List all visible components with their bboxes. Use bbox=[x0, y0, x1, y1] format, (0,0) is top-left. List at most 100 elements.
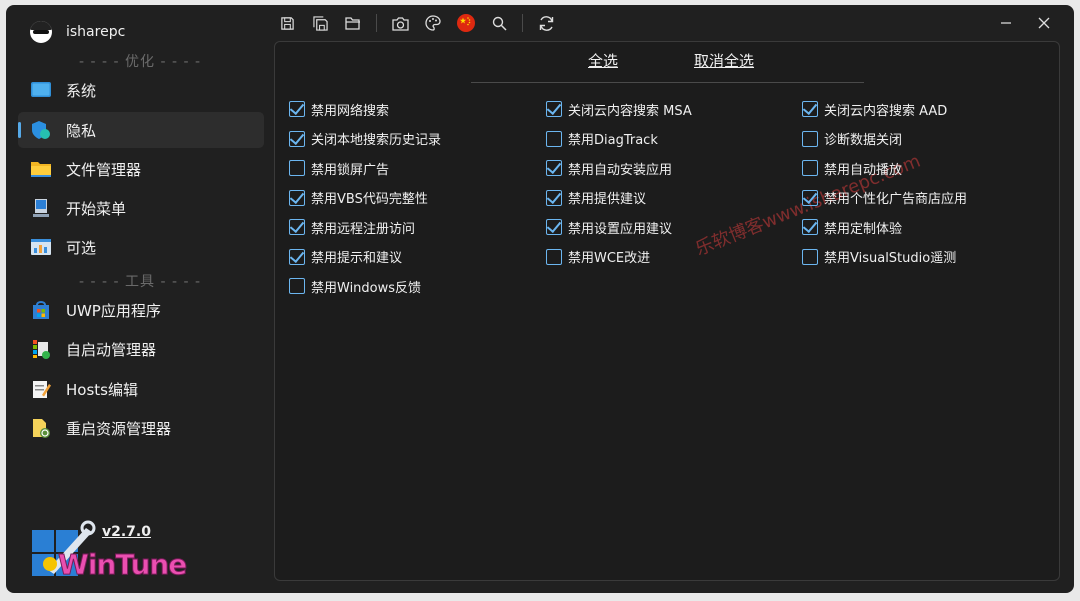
sidebar-item-label: 可选 bbox=[66, 238, 97, 257]
option-label: 禁用个性化广告商店应用 bbox=[824, 192, 968, 207]
option-checkbox[interactable]: 禁用个性化广告商店应用 bbox=[802, 187, 967, 209]
option-label: 禁用远程注册访问 bbox=[311, 221, 416, 237]
option-checkbox[interactable]: 禁用定制体验 bbox=[802, 216, 902, 238]
sidebar-item-restart-explorer[interactable]: 重启资源管理器 bbox=[18, 410, 264, 446]
app-name: isharepc bbox=[66, 24, 126, 40]
sidebar-item-hosts-editor[interactable]: Hosts编辑 bbox=[18, 371, 264, 407]
sidebar-item-start-menu[interactable]: 开始菜单 bbox=[18, 190, 264, 226]
restart-explorer-icon bbox=[33, 419, 50, 438]
sidebar-item-label: 开始菜单 bbox=[66, 199, 127, 218]
option-checkbox[interactable]: 禁用自动播放 bbox=[802, 157, 902, 179]
computer-icon bbox=[33, 199, 49, 217]
option-checkbox[interactable]: 禁用设置应用建议 bbox=[546, 216, 672, 238]
checkbox-checked-icon[interactable] bbox=[289, 248, 305, 265]
option-checkbox[interactable]: 关闭本地搜索历史记录 bbox=[289, 128, 441, 150]
option-checkbox[interactable]: 禁用DiagTrack bbox=[546, 128, 658, 150]
sidebar-item-label: 自启动管理器 bbox=[66, 340, 157, 359]
toolbar-separator bbox=[376, 14, 377, 32]
option-label: 禁用提供建议 bbox=[568, 192, 647, 207]
option-checkbox[interactable]: 禁用远程注册访问 bbox=[289, 216, 415, 238]
checkbox-checked-icon[interactable] bbox=[802, 219, 818, 235]
language-flag-icon[interactable] bbox=[455, 12, 477, 34]
option-checkbox[interactable]: 禁用锁屏广告 bbox=[289, 157, 389, 179]
camera-icon[interactable] bbox=[389, 12, 411, 34]
option-label: 禁用VBS代码完整性 bbox=[311, 192, 428, 207]
option-checkbox[interactable]: 禁用Windows反馈 bbox=[289, 275, 421, 297]
checkbox-checked-icon[interactable] bbox=[289, 189, 305, 206]
divider bbox=[471, 82, 864, 83]
checkbox-checked-icon[interactable] bbox=[546, 189, 562, 206]
option-label: 关闭本地搜索历史记录 bbox=[311, 133, 442, 148]
checkbox-unchecked-icon[interactable] bbox=[802, 130, 818, 147]
checkbox-checked-icon[interactable] bbox=[289, 219, 305, 235]
option-label: 禁用DiagTrack bbox=[568, 133, 658, 148]
avatar bbox=[30, 21, 52, 43]
sidebar-item-startup-manager[interactable]: 自启动管理器 bbox=[18, 331, 264, 367]
select-all-button[interactable]: 全选 bbox=[588, 50, 618, 71]
startup-icon bbox=[33, 340, 50, 359]
option-label: 关闭云内容搜索 MSA bbox=[568, 103, 692, 119]
monitor-icon bbox=[31, 82, 51, 97]
option-label: 禁用Windows反馈 bbox=[311, 280, 422, 296]
option-label: 禁用网络搜索 bbox=[311, 103, 390, 119]
option-checkbox[interactable]: 禁用WCE改进 bbox=[546, 246, 650, 268]
palette-icon[interactable] bbox=[422, 12, 444, 34]
checkbox-checked-icon[interactable] bbox=[802, 189, 818, 206]
sidebar-item-privacy[interactable]: 隐私 bbox=[18, 112, 264, 148]
option-label: 禁用设置应用建议 bbox=[568, 221, 673, 237]
checkbox-unchecked-icon[interactable] bbox=[802, 160, 818, 176]
sidebar-item-system[interactable]: 系统 bbox=[18, 72, 264, 108]
option-checkbox[interactable]: 诊断数据关闭 bbox=[802, 128, 902, 150]
sidebar-item-uwp-apps[interactable]: UWP应用程序 bbox=[18, 292, 264, 328]
checkbox-checked-icon[interactable] bbox=[546, 219, 562, 235]
app-header: isharepc bbox=[30, 19, 125, 45]
refresh-icon[interactable] bbox=[535, 12, 557, 34]
search-icon[interactable] bbox=[488, 12, 510, 34]
checkbox-checked-icon[interactable] bbox=[802, 101, 818, 117]
sidebar-item-label: 文件管理器 bbox=[66, 160, 142, 179]
close-icon bbox=[1038, 17, 1050, 29]
version-link[interactable]: v2.7.0 bbox=[102, 524, 151, 540]
sidebar: isharepc - - - - 优化 - - - - 系统 隐私 文件管理器 bbox=[6, 5, 274, 593]
checkbox-checked-icon[interactable] bbox=[289, 101, 305, 117]
sidebar-item-optional[interactable]: 可选 bbox=[18, 229, 264, 265]
checkbox-checked-icon[interactable] bbox=[546, 101, 562, 117]
option-checkbox[interactable]: 禁用VisualStudio遥测 bbox=[802, 246, 956, 268]
section-title-optimize: - - - - 优化 - - - - bbox=[78, 54, 201, 70]
close-button[interactable] bbox=[1034, 13, 1054, 33]
option-label: 禁用VisualStudio遥测 bbox=[824, 251, 957, 266]
option-label: 禁用锁屏广告 bbox=[311, 162, 390, 178]
option-label: 禁用自动安装应用 bbox=[568, 162, 673, 178]
save-as-icon[interactable] bbox=[309, 12, 331, 34]
minimize-icon bbox=[1001, 22, 1011, 24]
toolbar-separator bbox=[522, 14, 523, 32]
option-checkbox[interactable]: 禁用提供建议 bbox=[546, 187, 646, 209]
folder-icon bbox=[31, 162, 51, 177]
checkbox-checked-icon[interactable] bbox=[546, 160, 562, 176]
sidebar-item-file-manager[interactable]: 文件管理器 bbox=[18, 151, 264, 187]
toolbar bbox=[276, 11, 568, 35]
option-label: 关闭云内容搜索 AAD bbox=[824, 103, 948, 119]
option-checkbox[interactable]: 禁用提示和建议 bbox=[289, 246, 402, 268]
deselect-all-button[interactable]: 取消全选 bbox=[694, 50, 754, 71]
minimize-button[interactable] bbox=[996, 13, 1016, 33]
sidebar-item-label: Hosts编辑 bbox=[66, 380, 138, 399]
option-label: 禁用自动播放 bbox=[824, 162, 903, 178]
save-icon[interactable] bbox=[276, 12, 298, 34]
checkbox-unchecked-icon[interactable] bbox=[289, 278, 305, 294]
option-checkbox[interactable]: 禁用自动安装应用 bbox=[546, 157, 672, 179]
checkbox-unchecked-icon[interactable] bbox=[289, 160, 305, 176]
option-checkbox[interactable]: 关闭云内容搜索 MSA bbox=[546, 98, 692, 120]
sidebar-item-label: 重启资源管理器 bbox=[66, 419, 172, 438]
checkbox-checked-icon[interactable] bbox=[289, 130, 305, 147]
checkbox-unchecked-icon[interactable] bbox=[802, 248, 818, 265]
checkbox-unchecked-icon[interactable] bbox=[546, 248, 562, 265]
open-folder-icon[interactable] bbox=[342, 12, 364, 34]
option-checkbox[interactable]: 关闭云内容搜索 AAD bbox=[802, 98, 947, 120]
option-label: 诊断数据关闭 bbox=[824, 133, 903, 148]
option-checkbox[interactable]: 禁用网络搜索 bbox=[289, 98, 389, 120]
checkbox-unchecked-icon[interactable] bbox=[546, 130, 562, 147]
option-checkbox[interactable]: 禁用VBS代码完整性 bbox=[289, 187, 428, 209]
app-window: isharepc - - - - 优化 - - - - 系统 隐私 文件管理器 bbox=[6, 5, 1074, 593]
privacy-options-panel: 全选 取消全选 乐软博客www.isharepc.com 禁用网络搜索 关闭云内容… bbox=[274, 41, 1060, 581]
